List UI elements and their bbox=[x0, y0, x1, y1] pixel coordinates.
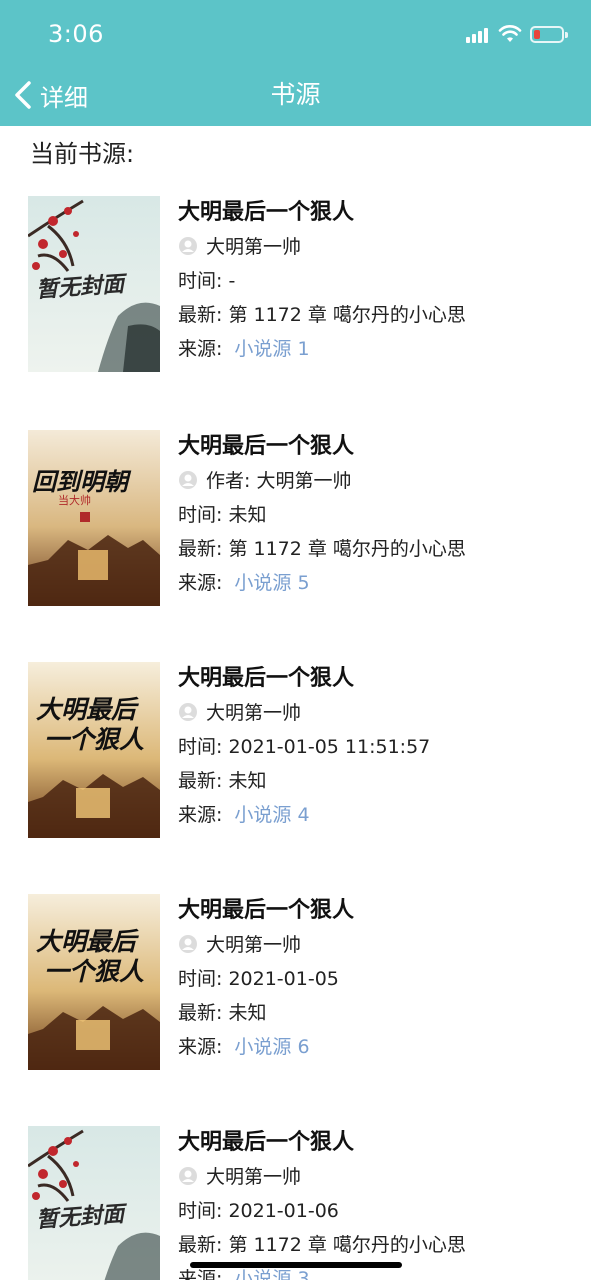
latest-label: 最新: bbox=[178, 304, 223, 326]
source-row: 来源: 小说源 6 bbox=[178, 1030, 568, 1064]
source-link[interactable]: 小说源 6 bbox=[234, 1036, 309, 1058]
author-row: 大明第一帅 bbox=[178, 928, 568, 962]
latest-chapter: 第 1172 章 噶尔丹的小心思 bbox=[228, 304, 466, 326]
cover-subtitle-text: 当大帅 bbox=[58, 494, 91, 507]
book-author: 大明第一帅 bbox=[206, 934, 302, 956]
cellular-signal-icon bbox=[466, 27, 490, 43]
source-label: 来源: bbox=[178, 338, 223, 360]
source-link[interactable]: 小说源 5 bbox=[234, 572, 309, 594]
book-source-item[interactable]: 大明最后 一个狠人 大明最后一个狠人 大明第一帅 时间: 2021-01-05 … bbox=[28, 894, 568, 1070]
source-link[interactable]: 小说源 4 bbox=[234, 804, 309, 826]
author-row: 大明第一帅 bbox=[178, 696, 568, 730]
book-title: 大明最后一个狠人 bbox=[178, 434, 355, 459]
battery-icon bbox=[530, 26, 568, 43]
book-cover: 大明最后 一个狠人 bbox=[28, 894, 160, 1070]
latest-chapter: 未知 bbox=[228, 770, 267, 792]
latest-label: 最新: bbox=[178, 1234, 223, 1256]
time-row: 时间: 未知 bbox=[178, 498, 568, 532]
cover-subtitle-text: 一个狠人 bbox=[44, 725, 145, 754]
source-row: 来源: 小说源 5 bbox=[178, 566, 568, 600]
user-avatar-icon bbox=[179, 935, 197, 953]
author-row: 大明第一帅 bbox=[178, 230, 568, 264]
time-label: 时间: bbox=[178, 504, 223, 526]
status-bar: 3:06 bbox=[0, 0, 591, 70]
latest-label: 最新: bbox=[178, 1002, 223, 1024]
page-title: 书源 bbox=[270, 80, 321, 109]
latest-row: 最新: 未知 bbox=[178, 996, 568, 1030]
source-label: 来源: bbox=[178, 572, 223, 594]
book-author: 作者: 大明第一帅 bbox=[206, 470, 352, 492]
book-source-item[interactable]: 暂无封面 大明最后一个狠人 大明第一帅 时间: 2021-01-06 最新: 第… bbox=[28, 1126, 568, 1280]
time-label: 时间: bbox=[178, 1200, 223, 1222]
user-avatar-icon bbox=[179, 1167, 197, 1185]
time-row: 时间: 2021-01-06 bbox=[178, 1194, 568, 1228]
latest-chapter: 未知 bbox=[228, 1002, 267, 1024]
latest-row: 最新: 第 1172 章 噶尔丹的小心思 bbox=[178, 532, 568, 566]
author-row: 作者: 大明第一帅 bbox=[178, 464, 568, 498]
time-value: 2021-01-06 bbox=[228, 1200, 339, 1222]
book-cover: 暂无封面 bbox=[28, 196, 160, 372]
book-title: 大明最后一个狠人 bbox=[178, 200, 355, 225]
book-author: 大明第一帅 bbox=[206, 1166, 302, 1188]
time-row: 时间: 2021-01-05 11:51:57 bbox=[178, 730, 568, 764]
status-time: 3:06 bbox=[48, 20, 104, 48]
book-author: 大明第一帅 bbox=[206, 702, 302, 724]
author-row: 大明第一帅 bbox=[178, 1160, 568, 1194]
source-label: 来源: bbox=[178, 1036, 223, 1058]
source-link[interactable]: 小说源 1 bbox=[234, 338, 309, 360]
time-label: 时间: bbox=[178, 270, 223, 292]
latest-chapter: 第 1172 章 噶尔丹的小心思 bbox=[228, 1234, 466, 1256]
source-label: 来源: bbox=[178, 1268, 223, 1280]
book-source-item[interactable]: 大明最后 一个狠人 大明最后一个狠人 大明第一帅 时间: 2021-01-05 … bbox=[28, 662, 568, 838]
cover-subtitle-text: 一个狠人 bbox=[44, 957, 145, 986]
book-source-item[interactable]: 回到明朝 当大帅 大明最后一个狠人 作者: 大明第一帅 时间: 未知 最新: 第… bbox=[28, 430, 568, 606]
book-title: 大明最后一个狠人 bbox=[178, 1130, 355, 1155]
source-row: 来源: 小说源 1 bbox=[178, 332, 568, 366]
book-author: 大明第一帅 bbox=[206, 236, 302, 258]
latest-row: 最新: 第 1172 章 噶尔丹的小心思 bbox=[178, 1228, 568, 1262]
home-indicator[interactable] bbox=[190, 1262, 402, 1268]
book-cover: 回到明朝 当大帅 bbox=[28, 430, 160, 606]
source-link[interactable]: 小说源 3 bbox=[234, 1268, 309, 1280]
book-source-item[interactable]: 暂无封面 大明最后一个狠人 大明第一帅 时间: - 最新: 第 1172 章 噶… bbox=[28, 196, 568, 372]
time-row: 时间: 2021-01-05 bbox=[178, 962, 568, 996]
latest-label: 最新: bbox=[178, 538, 223, 560]
app-header: 3:06 详细 书源 bbox=[0, 0, 591, 126]
latest-label: 最新: bbox=[178, 770, 223, 792]
book-title: 大明最后一个狠人 bbox=[178, 898, 355, 923]
time-value: 2021-01-05 bbox=[228, 968, 339, 990]
time-value: 未知 bbox=[228, 504, 267, 526]
time-row: 时间: - bbox=[178, 264, 568, 298]
book-title: 大明最后一个狠人 bbox=[178, 666, 355, 691]
time-label: 时间: bbox=[178, 736, 223, 758]
time-value: 2021-01-05 11:51:57 bbox=[228, 736, 431, 758]
time-value: - bbox=[228, 270, 236, 292]
book-cover: 暂无封面 bbox=[28, 1126, 160, 1280]
latest-row: 最新: 未知 bbox=[178, 764, 568, 798]
wifi-icon bbox=[498, 25, 522, 42]
user-avatar-icon bbox=[179, 237, 197, 255]
user-avatar-icon bbox=[179, 471, 197, 489]
source-label: 来源: bbox=[178, 804, 223, 826]
current-source-heading: 当前书源: bbox=[30, 140, 135, 168]
time-label: 时间: bbox=[178, 968, 223, 990]
source-row: 来源: 小说源 4 bbox=[178, 798, 568, 832]
latest-chapter: 第 1172 章 噶尔丹的小心思 bbox=[228, 538, 466, 560]
book-cover: 大明最后 一个狠人 bbox=[28, 662, 160, 838]
latest-row: 最新: 第 1172 章 噶尔丹的小心思 bbox=[178, 298, 568, 332]
user-avatar-icon bbox=[179, 703, 197, 721]
